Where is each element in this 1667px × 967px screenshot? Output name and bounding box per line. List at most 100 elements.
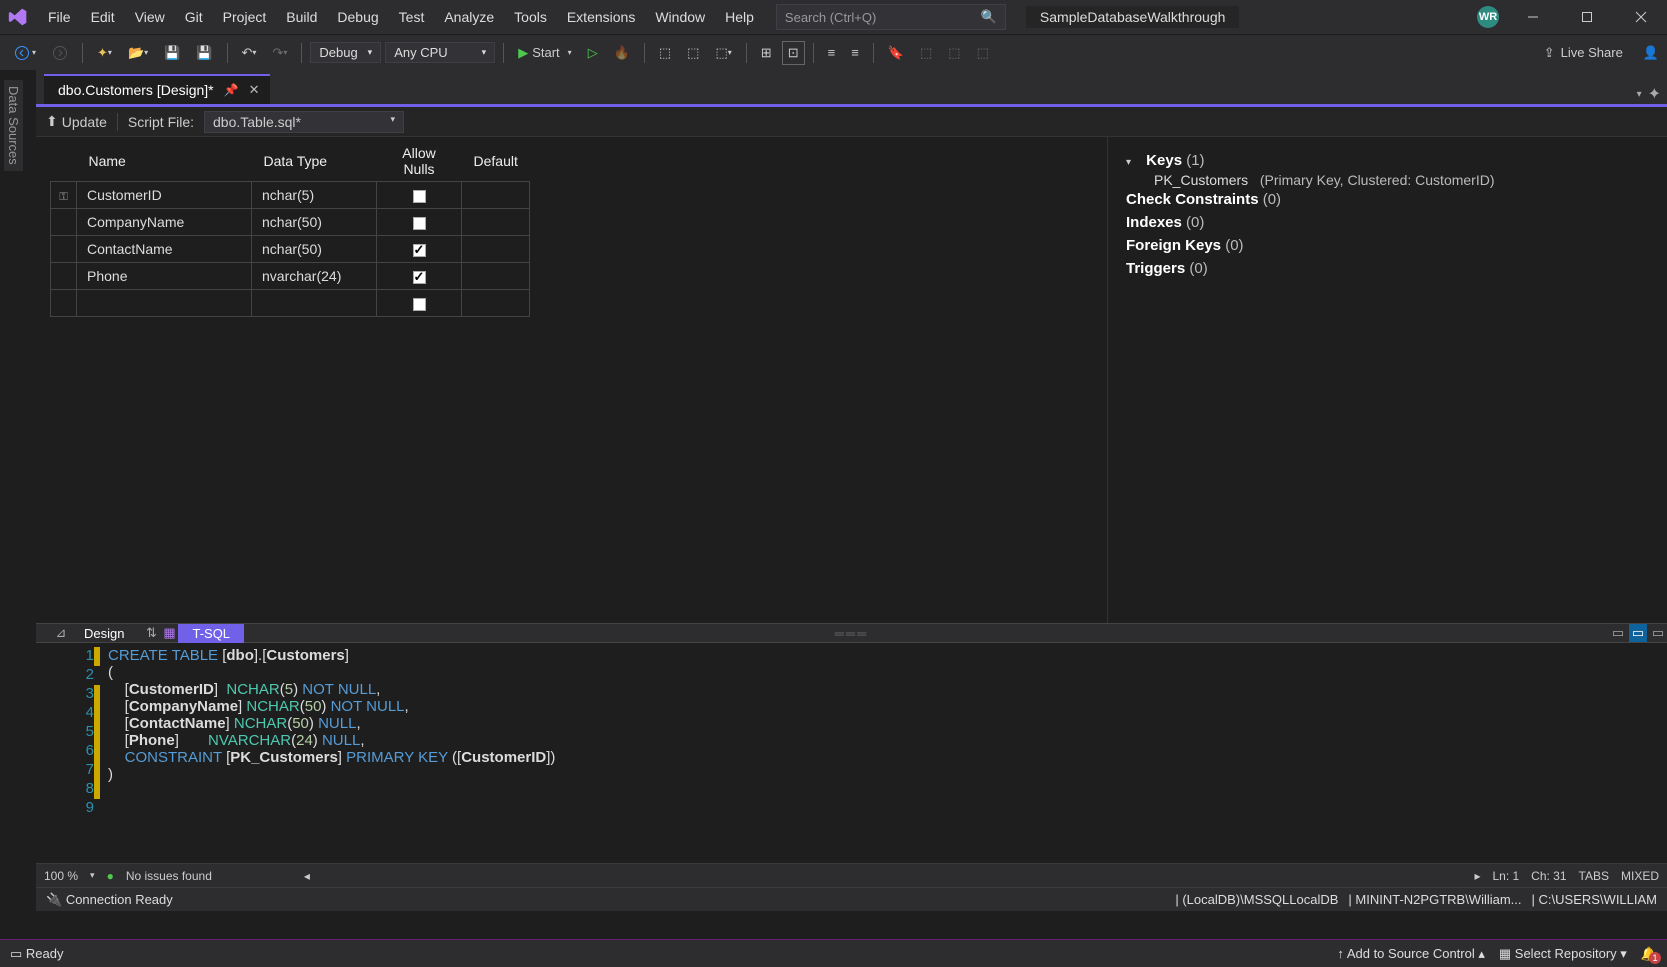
- menu-build[interactable]: Build: [276, 5, 327, 29]
- start-without-debug-button[interactable]: ▷: [582, 41, 604, 65]
- open-file-button[interactable]: 📂▾: [122, 41, 154, 65]
- add-source-control[interactable]: ↑ Add to Source Control ▴: [1337, 946, 1484, 962]
- issues-text[interactable]: No issues found: [126, 869, 212, 883]
- cell-nulls[interactable]: [377, 182, 462, 209]
- cell-type[interactable]: nchar(5): [252, 182, 377, 209]
- menu-extensions[interactable]: Extensions: [557, 5, 645, 29]
- menu-test[interactable]: Test: [389, 5, 435, 29]
- cell-type[interactable]: nchar(50): [252, 236, 377, 263]
- sql-editor[interactable]: 123456789 CREATE TABLE [dbo].[Customers]…: [36, 643, 1667, 863]
- tb-icon-5[interactable]: ⊡: [782, 41, 805, 65]
- line-endings[interactable]: MIXED: [1621, 869, 1659, 883]
- cell-name[interactable]: CompanyName: [77, 209, 252, 236]
- menu-file[interactable]: File: [38, 5, 81, 29]
- update-button[interactable]: ⬆ Update: [46, 113, 107, 130]
- config-combo[interactable]: Debug▾: [310, 42, 381, 63]
- col-hdr-type[interactable]: Data Type: [252, 141, 377, 182]
- menu-tools[interactable]: Tools: [504, 5, 557, 29]
- doc-tab-customers[interactable]: dbo.Customers [Design]* 📌 ✕: [44, 74, 270, 104]
- zoom-level[interactable]: 100 %: [44, 869, 78, 883]
- hscroll-right[interactable]: ▸: [1474, 869, 1480, 883]
- expand-icon[interactable]: ⊿: [52, 624, 70, 642]
- zoom-caret[interactable]: ▾: [90, 870, 95, 881]
- save-button[interactable]: 💾: [158, 41, 186, 65]
- nav-back-button[interactable]: ▾: [8, 41, 42, 65]
- layout-icon-1[interactable]: ▭: [1609, 624, 1627, 642]
- cell-default[interactable]: [462, 236, 530, 263]
- tab-tsql[interactable]: ▦ T-SQL: [160, 624, 248, 643]
- prop-keys[interactable]: ▾ Keys (1): [1126, 149, 1649, 172]
- menu-window[interactable]: Window: [645, 5, 715, 29]
- start-debug-button[interactable]: ▶Start▾: [512, 41, 577, 65]
- columns-grid[interactable]: Name Data Type Allow Nulls Default ⚿Cust…: [36, 137, 1107, 623]
- platform-combo[interactable]: Any CPU▾: [385, 42, 495, 63]
- tb-icon-3[interactable]: ⬚▾: [709, 41, 737, 65]
- table-row[interactable]: ContactNamenchar(50): [51, 236, 1010, 263]
- tb-icon-2[interactable]: ⬚: [681, 41, 705, 65]
- table-row[interactable]: Phonenvarchar(24): [51, 263, 1010, 290]
- undo-button[interactable]: ↶▾: [236, 41, 263, 65]
- cell-default[interactable]: [462, 209, 530, 236]
- close-tab-icon[interactable]: ✕: [249, 82, 260, 98]
- nav-fwd-button[interactable]: [46, 41, 74, 65]
- swap-icon[interactable]: ⇅: [142, 624, 160, 642]
- menu-analyze[interactable]: Analyze: [434, 5, 504, 29]
- menu-git[interactable]: Git: [175, 5, 213, 29]
- menu-project[interactable]: Project: [213, 5, 277, 29]
- prop-key-item[interactable]: PK_Customers (Primary Key, Clustered: Cu…: [1126, 172, 1649, 188]
- cell-nulls[interactable]: [377, 209, 462, 236]
- menu-edit[interactable]: Edit: [81, 5, 125, 29]
- live-share-button[interactable]: Live Share: [1561, 45, 1623, 60]
- cell-type[interactable]: nchar(50): [252, 209, 377, 236]
- cell-type[interactable]: nvarchar(24): [252, 263, 377, 290]
- cell-name[interactable]: ContactName: [77, 236, 252, 263]
- search-box[interactable]: Search (Ctrl+Q) 🔍: [776, 4, 1006, 30]
- tb-icon-4[interactable]: ⊞: [755, 41, 778, 65]
- tb-icon-6[interactable]: ≡: [822, 41, 842, 64]
- menu-view[interactable]: View: [125, 5, 175, 29]
- close-button[interactable]: [1621, 2, 1661, 32]
- minimize-button[interactable]: [1513, 2, 1553, 32]
- maximize-button[interactable]: [1567, 2, 1607, 32]
- table-row[interactable]: ⚿CustomerIDnchar(5): [51, 182, 1010, 209]
- tb-icon-8[interactable]: ⬚: [914, 41, 938, 65]
- col-hdr-nulls[interactable]: Allow Nulls: [377, 141, 462, 182]
- cell-default[interactable]: [462, 182, 530, 209]
- layout-icon-2[interactable]: ▭: [1629, 624, 1647, 642]
- cell-default[interactable]: [462, 263, 530, 290]
- prop-foreign-keys[interactable]: Foreign Keys (0): [1126, 234, 1649, 257]
- tabs-mode[interactable]: TABS: [1579, 869, 1609, 883]
- menu-debug[interactable]: Debug: [327, 5, 388, 29]
- tab-design[interactable]: Design: [70, 624, 138, 643]
- tab-settings-icon[interactable]: ✦: [1648, 84, 1661, 104]
- tb-icon-9[interactable]: ⬚: [942, 41, 966, 65]
- collapse-icon[interactable]: ▾: [1126, 157, 1136, 168]
- cell-nulls[interactable]: [377, 263, 462, 290]
- table-row-new[interactable]: [51, 290, 1010, 317]
- select-repository[interactable]: ▦ Select Repository ▾: [1499, 946, 1627, 962]
- cell-nulls[interactable]: [377, 236, 462, 263]
- script-file-combo[interactable]: dbo.Table.sql*▾: [204, 111, 404, 133]
- save-all-button[interactable]: 💾: [190, 41, 218, 65]
- hot-reload-button[interactable]: 🔥: [608, 41, 636, 65]
- pane-splitter[interactable]: ⊿ Design ⇅ ▦ T-SQL ═══ ▭ ▭ ▭: [36, 623, 1667, 643]
- col-hdr-name[interactable]: Name: [77, 141, 252, 182]
- pin-icon[interactable]: 📌: [224, 83, 239, 97]
- cell-name[interactable]: CustomerID: [77, 182, 252, 209]
- prop-check-constraints[interactable]: Check Constraints (0): [1126, 188, 1649, 211]
- prop-indexes[interactable]: Indexes (0): [1126, 211, 1649, 234]
- avatar[interactable]: WR: [1477, 6, 1499, 28]
- tab-overflow-icon[interactable]: ▾: [1637, 89, 1642, 100]
- tb-icon-1[interactable]: ⬚: [653, 41, 677, 65]
- tb-icon-bookmark[interactable]: 🔖: [882, 41, 910, 65]
- side-tab-data-sources[interactable]: Data Sources: [4, 80, 23, 171]
- redo-button[interactable]: ↷▾: [266, 41, 293, 65]
- cell-name[interactable]: Phone: [77, 263, 252, 290]
- notifications-icon[interactable]: 🔔1: [1641, 946, 1657, 962]
- col-hdr-default[interactable]: Default: [462, 141, 530, 182]
- table-row[interactable]: CompanyNamenchar(50): [51, 209, 1010, 236]
- menu-help[interactable]: Help: [715, 5, 764, 29]
- grip-icon[interactable]: ═══: [835, 626, 869, 641]
- layout-icon-3[interactable]: ▭: [1649, 624, 1667, 642]
- prop-triggers[interactable]: Triggers (0): [1126, 257, 1649, 280]
